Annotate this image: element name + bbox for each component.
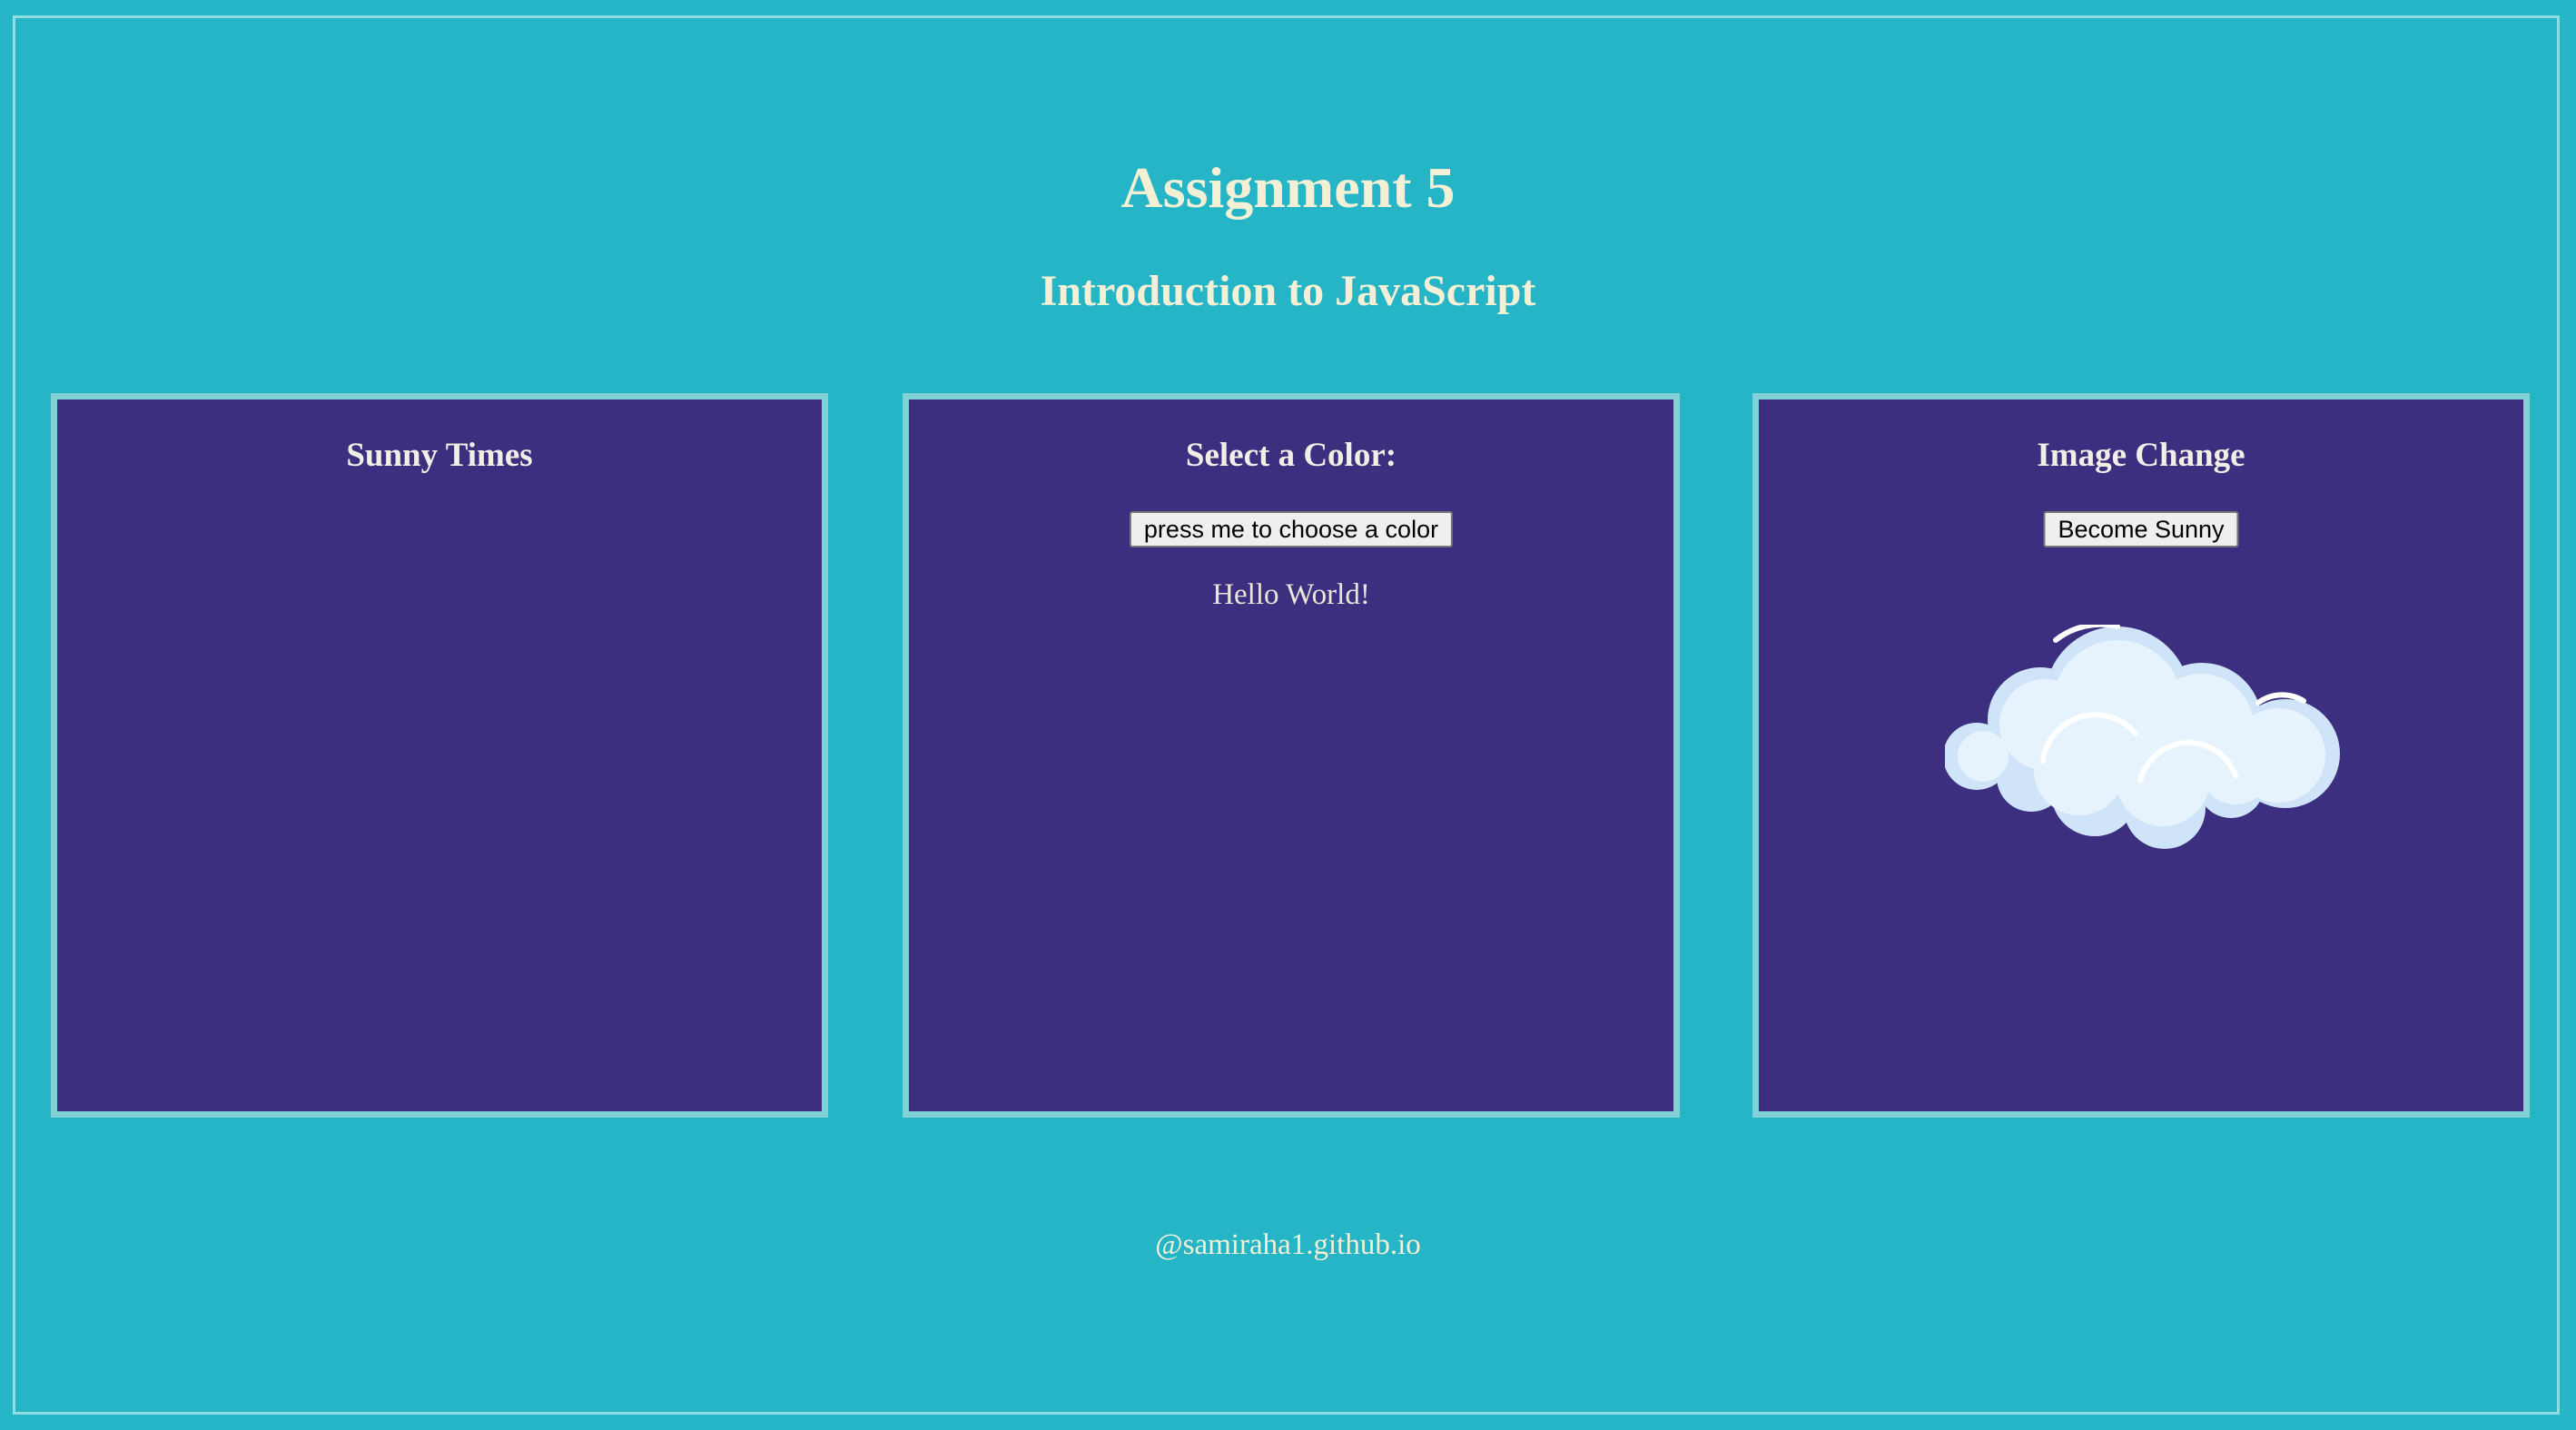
image-change-panel: Image Change Become Sunny (1752, 393, 2530, 1118)
hello-message: Hello World! (1212, 578, 1370, 611)
choose-color-button[interactable]: press me to choose a color (1129, 511, 1454, 547)
page-subtitle: Introduction to JavaScript (1040, 267, 1536, 315)
color-picker-panel: Select a Color: press me to choose a col… (903, 393, 1680, 1118)
panel-title: Image Change (2037, 437, 2245, 474)
cloud-image (1945, 625, 2340, 849)
page-title: Assignment 5 (1120, 155, 1456, 220)
become-sunny-button[interactable]: Become Sunny (2043, 511, 2239, 547)
panel-title: Select a Color: (1185, 437, 1397, 474)
footer-credit: @samiraha1.github.io (1155, 1228, 1421, 1261)
sunny-times-panel: Sunny Times (51, 393, 828, 1118)
panel-title: Sunny Times (346, 437, 533, 474)
